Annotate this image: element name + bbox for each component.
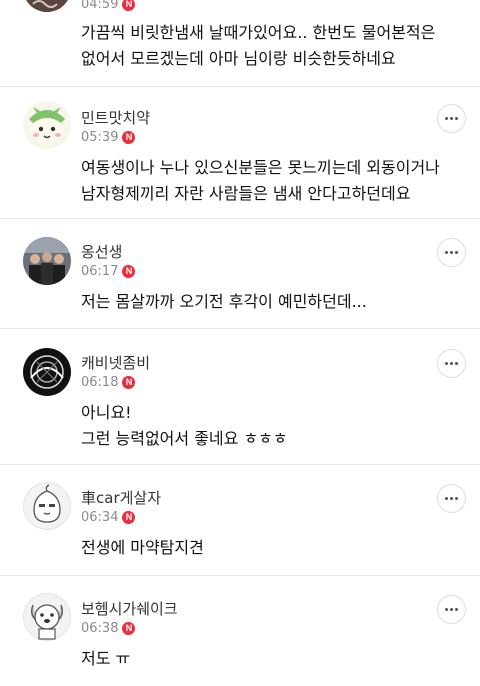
avatar[interactable] [23, 237, 71, 285]
comment-time: 04:59 [81, 0, 119, 12]
new-badge: N [122, 511, 136, 524]
comment-text: 저는 몸살까까 오기전 후각이 예민하던데... [81, 292, 367, 311]
avatar[interactable] [23, 482, 71, 530]
new-badge: N [122, 376, 136, 389]
comment-time: 05:39 [81, 130, 119, 145]
more-dots-icon [445, 251, 458, 254]
more-options-button[interactable] [437, 595, 466, 624]
comment-text: 저도 ㅠ [81, 649, 131, 668]
new-badge: N [122, 622, 136, 635]
comment-time: 06:17 [81, 264, 119, 279]
group-photo-avatar [23, 237, 71, 285]
comment-item: 보헴시가쉐이크 06:38 N 저도 ㅠ [0, 576, 480, 686]
comment-meta: 06:17 N [81, 264, 136, 279]
partial-avatar [23, 0, 71, 12]
comment-time: 06:34 [81, 510, 119, 525]
comment-meta: 05:39 N [81, 130, 136, 145]
default-peach-avatar [23, 482, 71, 530]
more-dots-icon [445, 117, 458, 120]
more-dots-icon [445, 497, 458, 500]
comment-text: 전생에 마약탐지견 [81, 538, 204, 557]
comment-nickname[interactable]: 캐비넷좀비 [81, 352, 150, 373]
comment-meta: 04:59 N [81, 0, 136, 12]
comment-item: 車car게살자 06:34 N 전생에 마약탐지견 [0, 465, 480, 576]
comment-item: 04:59 N 가끔씩 비릿한냄새 날때가있어요.. 한번도 물어본적은 없어서… [0, 0, 480, 87]
more-options-button[interactable] [437, 349, 466, 378]
new-badge: N [122, 0, 136, 11]
comment-meta: 06:34 N [81, 510, 136, 525]
default-dog-avatar [23, 593, 71, 641]
comment-item: 옹선생 06:17 N 저는 몸살까까 오기전 후각이 예민하던데... [0, 219, 480, 329]
comment-nickname[interactable]: 車car게살자 [81, 487, 161, 508]
new-badge: N [122, 131, 136, 144]
comment-item: 민트맛치약 05:39 N 여동생이나 누나 있으신분들은 못느끼는데 외동이거… [0, 87, 480, 219]
more-options-button[interactable] [437, 238, 466, 267]
comment-text: 여동생이나 누나 있으신분들은 못느끼는데 외동이거나 남자형제끼리 자란 사람… [81, 158, 440, 203]
comment-time: 06:18 [81, 375, 119, 390]
comment-text: 가끔씩 비릿한냄새 날때가있어요.. 한번도 물어본적은 없어서 모르겠는데 아… [81, 23, 436, 68]
avatar[interactable] [23, 348, 71, 396]
comment-nickname[interactable]: 보헴시가쉐이크 [81, 598, 178, 619]
comment-meta: 06:18 N [81, 375, 136, 390]
comment-item: 캐비넷좀비 06:18 N 아니요! 그런 능력없어서 좋네요 ㅎㅎㅎ [0, 329, 480, 465]
more-dots-icon [445, 362, 458, 365]
avatar[interactable] [23, 0, 71, 12]
more-options-button[interactable] [437, 104, 466, 133]
comment-meta: 06:38 N [81, 621, 136, 636]
comment-text: 아니요! 그런 능력없어서 좋네요 ㅎㅎㅎ [81, 403, 288, 448]
avatar[interactable] [23, 593, 71, 641]
cartoon-character-avatar [23, 101, 71, 149]
comment-nickname[interactable]: 옹선생 [81, 241, 122, 262]
more-dots-icon [445, 608, 458, 611]
comment-time: 06:38 [81, 621, 119, 636]
new-badge: N [122, 265, 136, 278]
avatar[interactable] [23, 101, 71, 149]
more-options-button[interactable] [437, 484, 466, 513]
comment-nickname[interactable]: 민트맛치약 [81, 107, 150, 128]
dark-graphic-avatar [23, 348, 71, 396]
